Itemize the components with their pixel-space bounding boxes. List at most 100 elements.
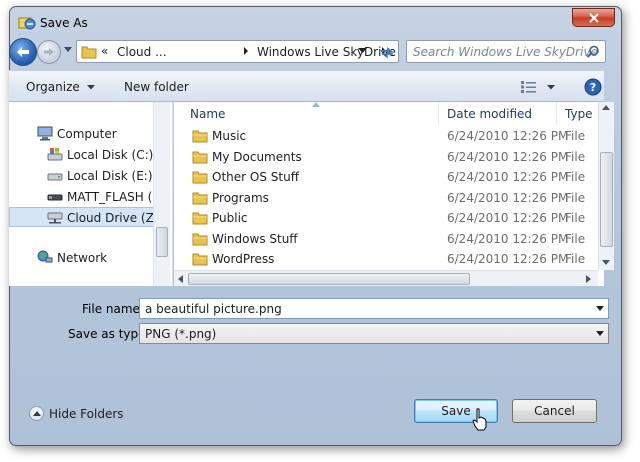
address-dropdown-icon[interactable]	[358, 48, 367, 54]
file-name-label: File name:	[82, 302, 144, 316]
network-icon	[37, 250, 53, 263]
nav-item-label: Cloud Drive (Z:)	[67, 211, 159, 225]
file-row[interactable]: Programs 6/24/2010 12:26 PMFile folder	[174, 188, 589, 208]
views-icon[interactable]	[521, 81, 537, 93]
file-type: File folder	[565, 211, 589, 225]
column-header-label: Type	[565, 107, 593, 121]
window-title: Save As	[40, 16, 88, 30]
address-bar[interactable]: « Cloud ... Windows Live SkyDrive	[76, 40, 399, 63]
help-icon[interactable]: ?	[584, 78, 602, 96]
scrollbar-thumb[interactable]	[156, 227, 168, 257]
file-date: 6/24/2010 12:26 PM	[447, 149, 569, 164]
file-type: File folder	[565, 170, 589, 184]
drive-icon	[47, 173, 63, 181]
column-header-name[interactable]: Name	[182, 102, 439, 124]
navigation-pane: Computer Local Disk (C:) Local Disk (E:)…	[9, 102, 173, 286]
file-name: Music	[212, 129, 247, 143]
nav-item-label: MATT_FLASH (G	[67, 190, 159, 204]
folder-icon	[192, 233, 208, 245]
nav-item-label: Network	[57, 251, 108, 265]
search-input[interactable]: Search Windows Live SkyDrive	[406, 40, 606, 63]
file-name: Other OS Stuff	[212, 170, 299, 184]
nav-item-cloud-drive[interactable]: Cloud Drive (Z:)	[9, 207, 159, 227]
mouse-cursor-icon	[472, 408, 487, 431]
arrow-right-icon	[44, 48, 54, 56]
scrollbar-thumb[interactable]	[188, 273, 470, 285]
nav-item-local-disk-e[interactable]: Local Disk (E:)	[9, 166, 159, 186]
nav-item-local-disk-c[interactable]: Local Disk (C:)	[9, 145, 159, 165]
new-folder-button[interactable]: New folder	[124, 80, 189, 94]
folder-icon	[192, 171, 208, 184]
breadcrumb-segment-skydrive[interactable]: Windows Live SkyDrive	[257, 45, 396, 59]
file-list-vertical-scrollbar[interactable]	[598, 102, 614, 270]
breadcrumb-segment-cloud[interactable]: Cloud ...	[117, 45, 167, 59]
file-date: 6/24/2010 12:26 PM	[447, 129, 569, 143]
column-header-label: Date modified	[447, 107, 533, 121]
file-list-horizontal-scrollbar[interactable]	[174, 270, 598, 286]
column-header-label: Name	[190, 107, 226, 121]
file-row[interactable]: WordPress 6/24/2010 12:26 PMFile folder	[174, 249, 589, 269]
chevron-right-icon[interactable]	[243, 46, 249, 56]
file-row[interactable]: Music 6/24/2010 12:26 PMFile folder	[174, 126, 589, 146]
refresh-icon[interactable]	[378, 44, 396, 60]
file-name-value: a beautiful picture.png	[145, 302, 282, 316]
usb-drive-icon	[47, 194, 63, 201]
back-button[interactable]	[9, 38, 37, 66]
hide-folders-label[interactable]: Hide Folders	[49, 407, 124, 421]
file-name: Public	[212, 211, 248, 225]
file-row[interactable]: Public 6/24/2010 12:26 PMFile folder	[174, 208, 589, 228]
chevron-down-icon[interactable]	[547, 85, 555, 90]
scroll-down-icon[interactable]	[602, 260, 610, 265]
organize-button[interactable]: Organize	[26, 80, 80, 94]
recent-pages-dropdown-icon[interactable]	[64, 47, 72, 53]
folder-icon	[192, 130, 208, 143]
file-row[interactable]: Windows Stuff 6/24/2010 12:26 PMFile fold…	[174, 229, 589, 249]
close-button[interactable]	[572, 8, 615, 27]
nav-item-matt-flash[interactable]: MATT_FLASH (G	[9, 187, 159, 207]
file-date: 6/24/2010 12:26 PM	[447, 170, 569, 184]
chevron-down-icon[interactable]	[596, 306, 604, 311]
scroll-right-icon[interactable]	[586, 275, 591, 283]
file-type: File folder	[565, 190, 589, 205]
chevron-down-icon[interactable]	[87, 85, 95, 90]
save-as-type-label: Save as type:	[68, 327, 150, 341]
file-name: WordPress	[212, 252, 275, 266]
file-name: Windows Stuff	[212, 231, 298, 246]
file-date: 6/24/2010 12:26 PM	[447, 211, 569, 225]
folder-icon	[192, 212, 208, 225]
scroll-up-icon[interactable]	[602, 105, 610, 110]
svg-text:?: ?	[590, 81, 596, 94]
column-header-date[interactable]: Date modified	[439, 102, 557, 124]
navigation-scrollbar[interactable]	[153, 102, 170, 286]
computer-icon	[37, 126, 53, 141]
column-header-type[interactable]: Type	[557, 102, 597, 124]
nav-item-label: Local Disk (E:)	[67, 169, 153, 183]
file-type: File folder	[565, 231, 589, 246]
arrow-left-icon	[17, 47, 29, 57]
close-icon	[588, 12, 599, 23]
file-row[interactable]: My Documents 6/24/2010 12:26 PMFile folde…	[174, 147, 589, 167]
folder-icon	[192, 253, 208, 266]
nav-item-computer[interactable]: Computer	[9, 124, 159, 144]
cancel-button[interactable]: Cancel	[512, 399, 597, 423]
title-bar: Save As	[10, 7, 621, 39]
network-drive-icon	[47, 212, 63, 224]
save-as-type-select[interactable]: PNG (*.png)	[139, 323, 609, 344]
file-type: File folder	[565, 149, 589, 164]
scroll-left-icon[interactable]	[178, 275, 183, 283]
app-icon	[18, 17, 36, 30]
nav-item-network[interactable]: Network	[9, 248, 159, 268]
search-icon[interactable]	[586, 45, 600, 59]
file-date: 6/24/2010 12:26 PM	[447, 190, 569, 205]
sort-ascending-icon	[312, 102, 320, 107]
file-name-input[interactable]: a beautiful picture.png	[139, 298, 609, 319]
forward-button[interactable]	[37, 40, 61, 64]
chevron-down-icon[interactable]	[596, 331, 604, 336]
file-type: File folder	[565, 252, 589, 266]
hide-folders-button[interactable]	[29, 406, 44, 421]
nav-item-label: Local Disk (C:)	[67, 148, 154, 162]
address-overflow[interactable]: «	[101, 44, 108, 58]
scrollbar-thumb[interactable]	[600, 152, 613, 247]
nav-item-label: Computer	[57, 127, 117, 141]
file-row[interactable]: Other OS Stuff 6/24/2010 12:26 PMFile fol…	[174, 167, 589, 187]
